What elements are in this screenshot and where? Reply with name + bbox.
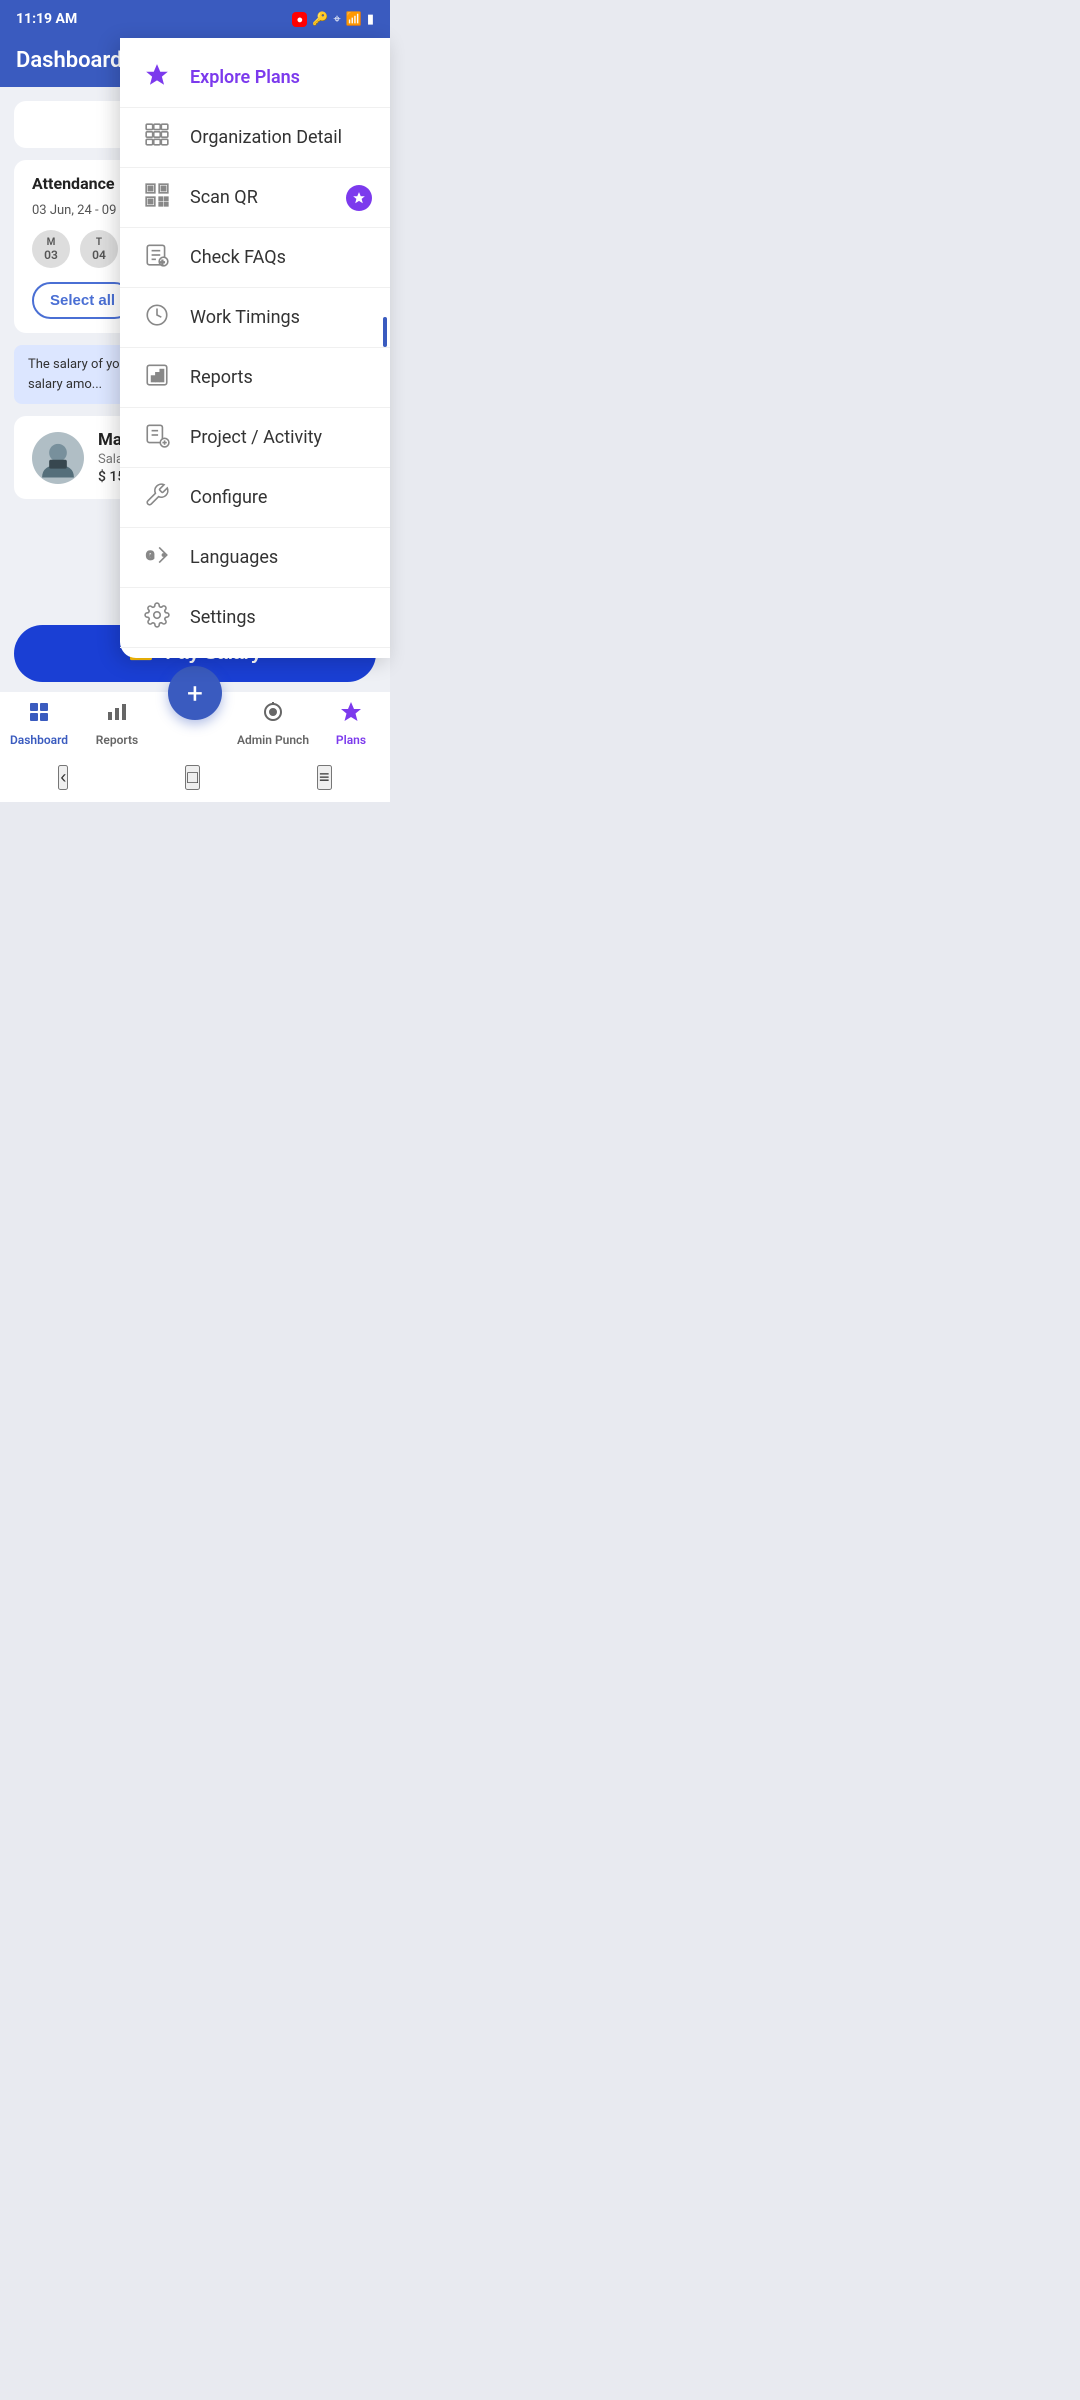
project-activity-label: Project / Activity (190, 427, 322, 448)
reports-menu-icon (142, 362, 172, 393)
nav-item-admin-punch[interactable]: Admin Punch (234, 700, 312, 747)
menu-item-org-detail[interactable]: Organization Detail (120, 108, 390, 168)
status-icons: ● 🔑 ⌖ 📶 ▮ (292, 12, 374, 27)
project-activity-icon (142, 422, 172, 453)
menu-item-reports[interactable]: Reports (120, 348, 390, 408)
nav-item-plans[interactable]: Plans (312, 700, 390, 747)
scan-qr-label: Scan QR (190, 187, 258, 208)
reports-icon (105, 700, 129, 730)
menu-item-settings[interactable]: Settings (120, 588, 390, 648)
admin-punch-icon (261, 700, 285, 730)
menu-item-explore-plans[interactable]: Explore Plans (120, 48, 390, 108)
org-detail-icon (142, 122, 172, 153)
reports-menu-label: Reports (190, 367, 253, 388)
status-time: 11:19 AM (16, 11, 77, 27)
menu-item-scan-qr[interactable]: Scan QR (120, 168, 390, 228)
svg-text:G: G (146, 548, 154, 562)
day-tue: T 04 (80, 230, 118, 268)
work-timings-icon (142, 302, 172, 333)
settings-menu-icon (142, 602, 172, 633)
system-nav: ‹ □ ≡ (0, 753, 390, 802)
home-button[interactable]: □ (185, 765, 200, 790)
wifi-icon: 📶 (346, 12, 362, 27)
menu-item-configure[interactable]: Configure (120, 468, 390, 528)
select-all-button[interactable]: Select all (32, 282, 133, 319)
scan-qr-icon (142, 182, 172, 213)
check-faqs-label: Check FAQs (190, 247, 286, 268)
day-mon: M 03 (32, 230, 70, 268)
settings-menu-label: Settings (190, 607, 256, 628)
dropdown-menu: Explore Plans Organization Detail (120, 38, 390, 658)
explore-plans-label: Explore Plans (190, 67, 300, 88)
app-header-title: Dashboard (16, 48, 122, 73)
premium-badge-qr (346, 185, 372, 211)
menu-button[interactable]: ≡ (317, 765, 332, 790)
menu-item-work-timings[interactable]: Work Timings (120, 288, 390, 348)
languages-icon: G (142, 542, 172, 573)
configure-label: Configure (190, 487, 267, 508)
work-timings-label: Work Timings (190, 307, 300, 328)
app-container: 11:19 AM ● 🔑 ⌖ 📶 ▮ Dashboard May-2024 At… (0, 0, 390, 802)
avatar (32, 432, 84, 484)
battery-icon: ▮ (367, 12, 374, 27)
languages-label: Languages (190, 547, 278, 568)
nav-plans-label: Plans (336, 733, 366, 747)
nav-item-dashboard[interactable]: Dashboard (0, 700, 78, 747)
record-icon: ● (292, 12, 307, 27)
nav-admin-punch-label: Admin Punch (237, 733, 309, 747)
nav-reports-label: Reports (96, 733, 138, 747)
org-detail-label: Organization Detail (190, 127, 342, 148)
key-icon: 🔑 (312, 12, 328, 27)
fab-plus-icon: + (187, 677, 203, 710)
check-faqs-icon: + (142, 242, 172, 273)
menu-item-languages[interactable]: G Languages (120, 528, 390, 588)
back-button[interactable]: ‹ (58, 765, 68, 790)
configure-icon (142, 482, 172, 513)
svg-text:+: + (160, 258, 164, 267)
dashboard-icon (27, 700, 51, 730)
menu-item-project-activity[interactable]: Project / Activity (120, 408, 390, 468)
scrollbar (383, 317, 387, 347)
fab-add-button[interactable]: + (168, 666, 222, 720)
status-bar: 11:19 AM ● 🔑 ⌖ 📶 ▮ (0, 0, 390, 38)
explore-plans-icon (142, 62, 172, 93)
menu-item-check-faqs[interactable]: + Check FAQs (120, 228, 390, 288)
plans-icon (339, 700, 363, 730)
nav-dashboard-label: Dashboard (10, 733, 68, 747)
avatar-svg (35, 435, 81, 481)
bottom-nav: + Dashboard Reports Admin Punch Pl (0, 692, 390, 753)
nav-item-reports[interactable]: Reports (78, 700, 156, 747)
bluetooth-icon: ⌖ (333, 12, 340, 27)
